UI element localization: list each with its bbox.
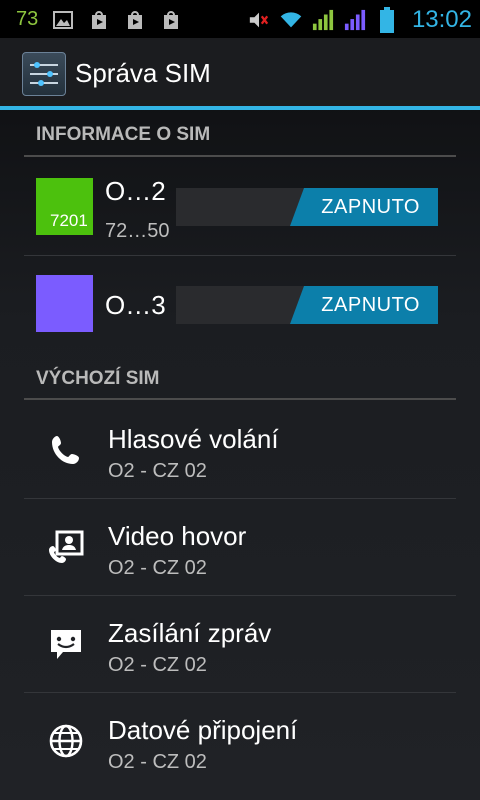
pref-title: Hlasové volání <box>108 424 279 454</box>
play-store-icon <box>88 10 110 30</box>
pref-data-connection[interactable]: Datové připojení O2 - CZ 02 <box>0 693 480 789</box>
section-divider <box>24 398 456 400</box>
pref-subtitle: O2 - CZ 02 <box>108 654 207 676</box>
pref-subtitle: O2 - CZ 02 <box>108 460 207 482</box>
battery-level-text: 73 <box>16 8 39 30</box>
mute-icon <box>248 10 270 30</box>
sim-row-2[interactable]: O…3 ZAPNUTO <box>0 256 480 352</box>
wifi-icon <box>280 10 302 30</box>
clock: 13:02 <box>411 6 472 33</box>
signal-purple-icon <box>344 9 366 31</box>
toggle-label: ZAPNUTO <box>321 294 420 316</box>
sim-settings-icon[interactable] <box>22 52 66 96</box>
signal-green-icon <box>312 9 334 31</box>
message-icon <box>48 626 84 662</box>
sim-row-1[interactable]: 7201 O…2 72…50 ZAPNUTO <box>0 158 480 254</box>
video-call-icon <box>48 529 84 565</box>
pref-voice-call[interactable]: Hlasové volání O2 - CZ 02 <box>0 402 480 498</box>
toggle-on-thumb: ZAPNUTO <box>290 188 438 226</box>
sim-color-label: 7201 <box>50 211 88 230</box>
page-title: Správa SIM <box>75 58 211 88</box>
pref-title: Zasílání zpráv <box>108 618 272 648</box>
pref-messaging[interactable]: Zasílání zpráv O2 - CZ 02 <box>0 596 480 692</box>
section-header-sim-info: INFORMACE O SIM <box>36 124 211 145</box>
pref-title: Datové připojení <box>108 715 298 745</box>
pref-subtitle: O2 - CZ 02 <box>108 751 207 773</box>
sim-name: O…2 <box>105 176 166 206</box>
play-store-icon <box>160 10 182 30</box>
phone-icon <box>48 432 84 468</box>
image-icon <box>52 10 74 30</box>
globe-icon <box>48 723 84 759</box>
section-divider <box>24 155 456 157</box>
pref-title: Video hovor <box>108 521 247 551</box>
sim-name: O…3 <box>105 290 166 320</box>
sim-toggle[interactable]: ZAPNUTO <box>176 286 438 324</box>
battery-icon <box>376 7 398 33</box>
toggle-label: ZAPNUTO <box>321 196 420 218</box>
sim-number: 72…50 <box>105 220 170 242</box>
toggle-on-thumb: ZAPNUTO <box>290 286 438 324</box>
section-header-default-sim: VÝCHOZÍ SIM <box>36 368 160 389</box>
sim-color-swatch <box>36 275 93 332</box>
status-bar: 73 13:02 <box>0 0 480 38</box>
play-store-icon <box>124 10 146 30</box>
sim-color-swatch: 7201 <box>36 178 93 235</box>
action-bar: Správa SIM <box>0 38 480 110</box>
pref-video-call[interactable]: Video hovor O2 - CZ 02 <box>0 499 480 595</box>
sim-toggle[interactable]: ZAPNUTO <box>176 188 438 226</box>
pref-subtitle: O2 - CZ 02 <box>108 557 207 579</box>
